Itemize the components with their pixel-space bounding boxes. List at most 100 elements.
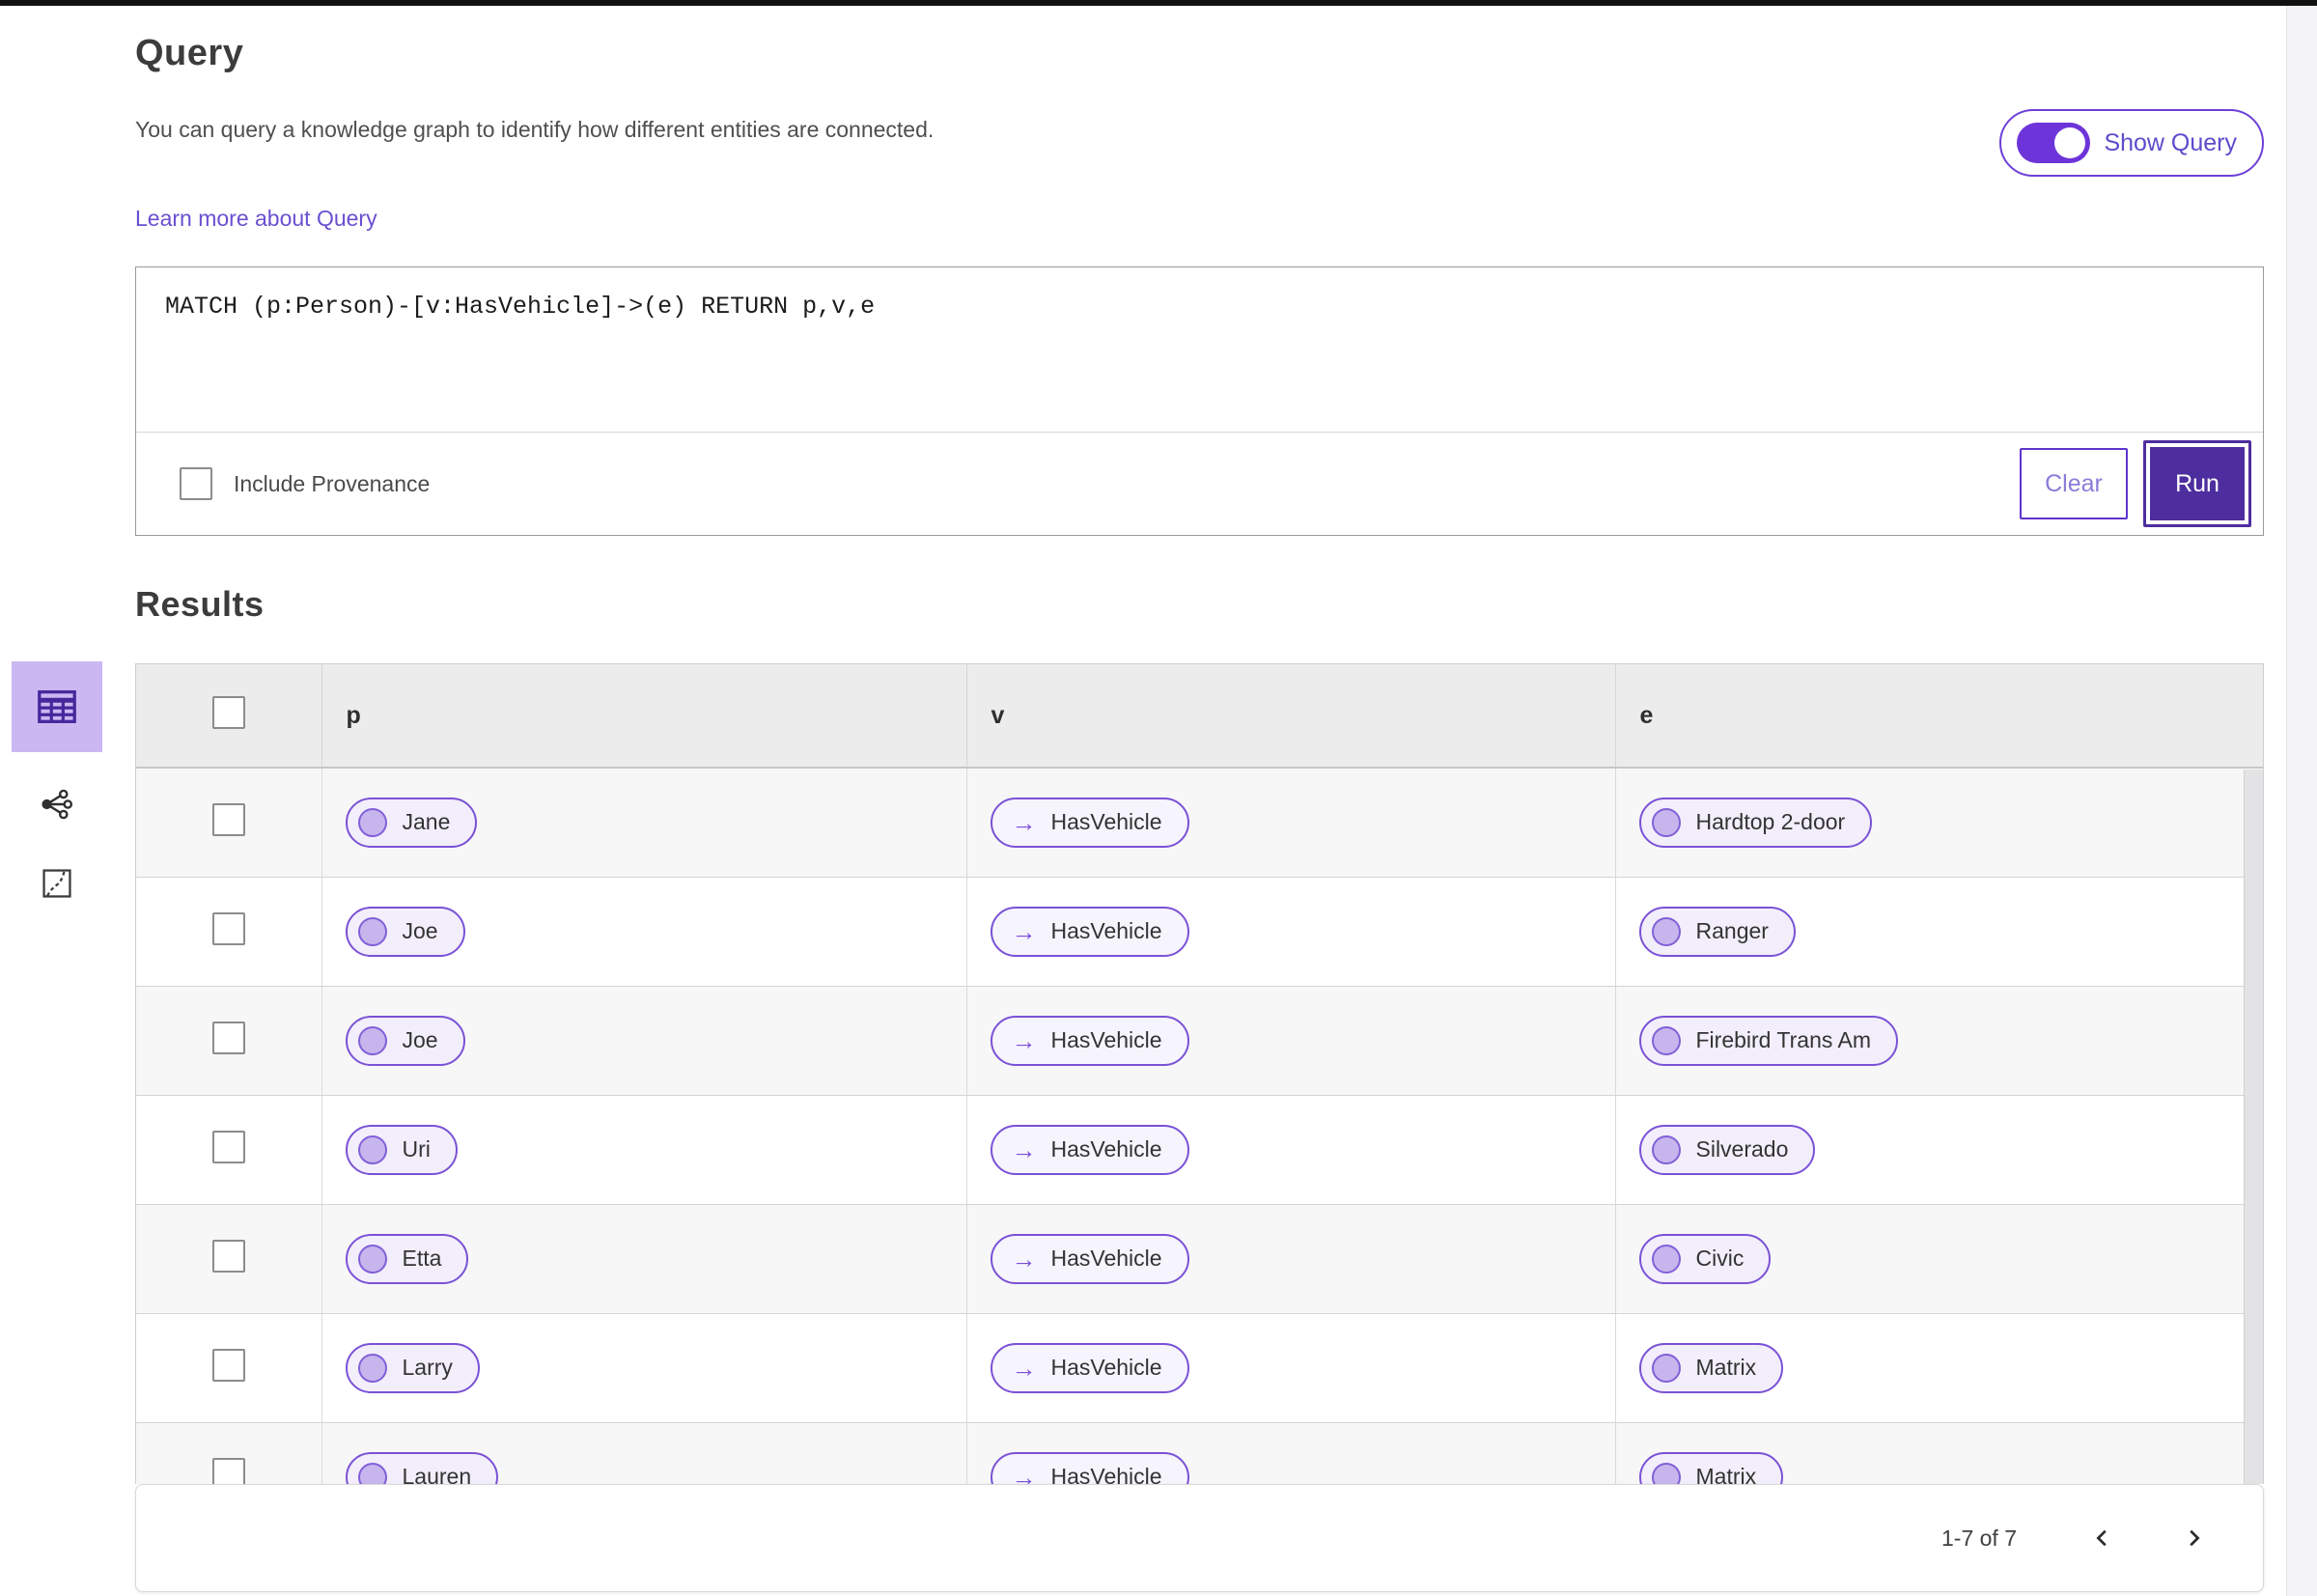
edge-pill-label: HasVehicle [1050,918,1162,943]
edge-pill[interactable]: → HasVehicle [990,906,1189,957]
results-table-body: Jane → HasVehicle Hardtop 2-door Joe → HasVehi… [136,768,2263,1484]
query-toolbar: Include Provenance Clear Run [136,432,2263,535]
table-view-button[interactable] [12,661,102,752]
query-description: You can query a knowledge graph to ident… [135,117,935,142]
node-pill[interactable]: Firebird Trans Am [1638,1015,1898,1066]
edge-arrow-icon: → [1011,1462,1037,1485]
node-pill-label: Silverado [1695,1136,1789,1162]
page-title: Query [135,33,244,73]
edge-pill[interactable]: → HasVehicle [990,1233,1189,1284]
table-header-row: p v e [136,664,2263,769]
table-row: Larry → HasVehicle Matrix [136,1313,2263,1423]
window-top-edge [0,0,2317,6]
node-circle-icon [357,1353,387,1383]
map-view-button[interactable] [12,856,102,910]
next-page-button[interactable] [2177,1522,2210,1554]
main-content: Query You can query a knowledge graph to… [12,6,2264,1592]
node-pill[interactable]: Larry [345,1342,480,1393]
node-circle-icon [357,1462,387,1484]
row-checkbox[interactable] [211,803,245,837]
chevron-right-icon [2190,1529,2200,1547]
column-header-p[interactable]: p [321,664,967,769]
table-row: Uri → HasVehicle Silverado [136,1095,2263,1205]
node-pill-label: Matrix [1695,1464,1757,1484]
edge-arrow-icon: → [1011,807,1037,837]
table-scrollbar[interactable] [2244,770,2263,1484]
row-checkbox[interactable] [211,1022,245,1054]
node-circle-icon [1651,1134,1681,1164]
node-circle-icon [1651,1025,1681,1055]
node-pill[interactable]: Uri [345,1124,458,1175]
pagination-range-label: 1-7 of 7 [1941,1525,2017,1551]
edge-pill[interactable]: → HasVehicle [990,1342,1189,1393]
node-pill[interactable]: Joe [345,1015,465,1066]
edge-pill[interactable]: → HasVehicle [990,1451,1189,1485]
node-pill-label: Hardtop 2-door [1695,809,1846,835]
previous-page-button[interactable] [2086,1522,2119,1554]
node-pill-label: Firebird Trans Am [1695,1027,1872,1052]
table-row: Jane → HasVehicle Hardtop 2-door [136,768,2263,878]
row-checkbox[interactable] [211,1131,245,1163]
edge-pill-label: HasVehicle [1050,1136,1162,1162]
node-pill-label: Joe [402,918,438,943]
route-map-icon [42,869,71,898]
row-checkbox[interactable] [211,1458,245,1484]
node-pill-label: Jane [402,809,451,835]
results-view-switcher [12,661,102,910]
node-pill-label: Lauren [402,1464,472,1484]
edge-arrow-icon: → [1011,1025,1037,1055]
table-row: Joe → HasVehicle Ranger [136,877,2263,987]
show-query-label: Show Query [2104,128,2237,156]
node-pill[interactable]: Matrix [1638,1342,1784,1393]
table-row: Lauren → HasVehicle Matrix [136,1422,2263,1484]
edge-pill-label: HasVehicle [1050,1464,1162,1484]
node-pill[interactable]: Joe [345,906,465,957]
edge-arrow-icon: → [1011,916,1037,946]
node-circle-icon [357,1134,387,1164]
node-pill[interactable]: Hardtop 2-door [1638,797,1873,848]
share-nodes-icon [42,789,73,820]
page-scroll-gutter[interactable] [2286,6,2317,1596]
row-checkbox[interactable] [211,912,245,945]
row-checkbox[interactable] [211,1349,245,1382]
node-circle-icon [1651,807,1681,837]
node-pill[interactable]: Jane [345,797,478,848]
run-button[interactable]: Run [2143,440,2251,527]
node-circle-icon [357,1244,387,1274]
include-provenance-option[interactable]: Include Provenance [180,467,430,500]
node-circle-icon [357,1025,387,1055]
learn-more-link[interactable]: Learn more about Query [135,206,377,232]
node-circle-icon [1651,1462,1681,1484]
results-title: Results [135,584,265,624]
node-pill[interactable]: Lauren [345,1451,499,1484]
table-row: Joe → HasVehicle Firebird Trans Am [136,986,2263,1096]
show-query-toggle[interactable]: Show Query [1999,109,2264,177]
column-header-e[interactable]: e [1615,664,2263,769]
graph-view-button[interactable] [12,777,102,831]
node-pill[interactable]: Silverado [1638,1124,1816,1175]
node-circle-icon [1651,1353,1681,1383]
pagination-bar: 1-7 of 7 [135,1484,2264,1592]
edge-pill[interactable]: → HasVehicle [990,1015,1189,1066]
node-pill-label: Larry [402,1355,453,1380]
results-table: p v e Jane → HasVehicle Hardtop 2-door Joe → H… [136,664,2263,1484]
edge-arrow-icon: → [1011,1244,1037,1274]
clear-button[interactable]: Clear [2020,448,2128,519]
node-pill-label: Uri [402,1136,431,1162]
edge-arrow-icon: → [1011,1134,1037,1164]
row-checkbox[interactable] [211,1240,245,1273]
query-textarea[interactable]: MATCH (p:Person)-[v:HasVehicle]->(e) RET… [136,267,2263,432]
node-pill[interactable]: Civic [1638,1233,1772,1284]
include-provenance-checkbox[interactable] [180,467,212,500]
column-header-v[interactable]: v [966,664,1616,769]
node-pill[interactable]: Matrix [1638,1451,1784,1484]
include-provenance-label: Include Provenance [234,470,431,496]
edge-pill[interactable]: → HasVehicle [990,797,1189,848]
toggle-switch-icon[interactable] [2017,123,2091,163]
node-pill[interactable]: Ranger [1638,906,1796,957]
select-all-checkbox[interactable] [211,695,245,729]
table-icon [38,690,76,723]
node-pill[interactable]: Etta [345,1233,469,1284]
node-pill-label: Matrix [1695,1355,1757,1380]
edge-pill[interactable]: → HasVehicle [990,1124,1189,1175]
